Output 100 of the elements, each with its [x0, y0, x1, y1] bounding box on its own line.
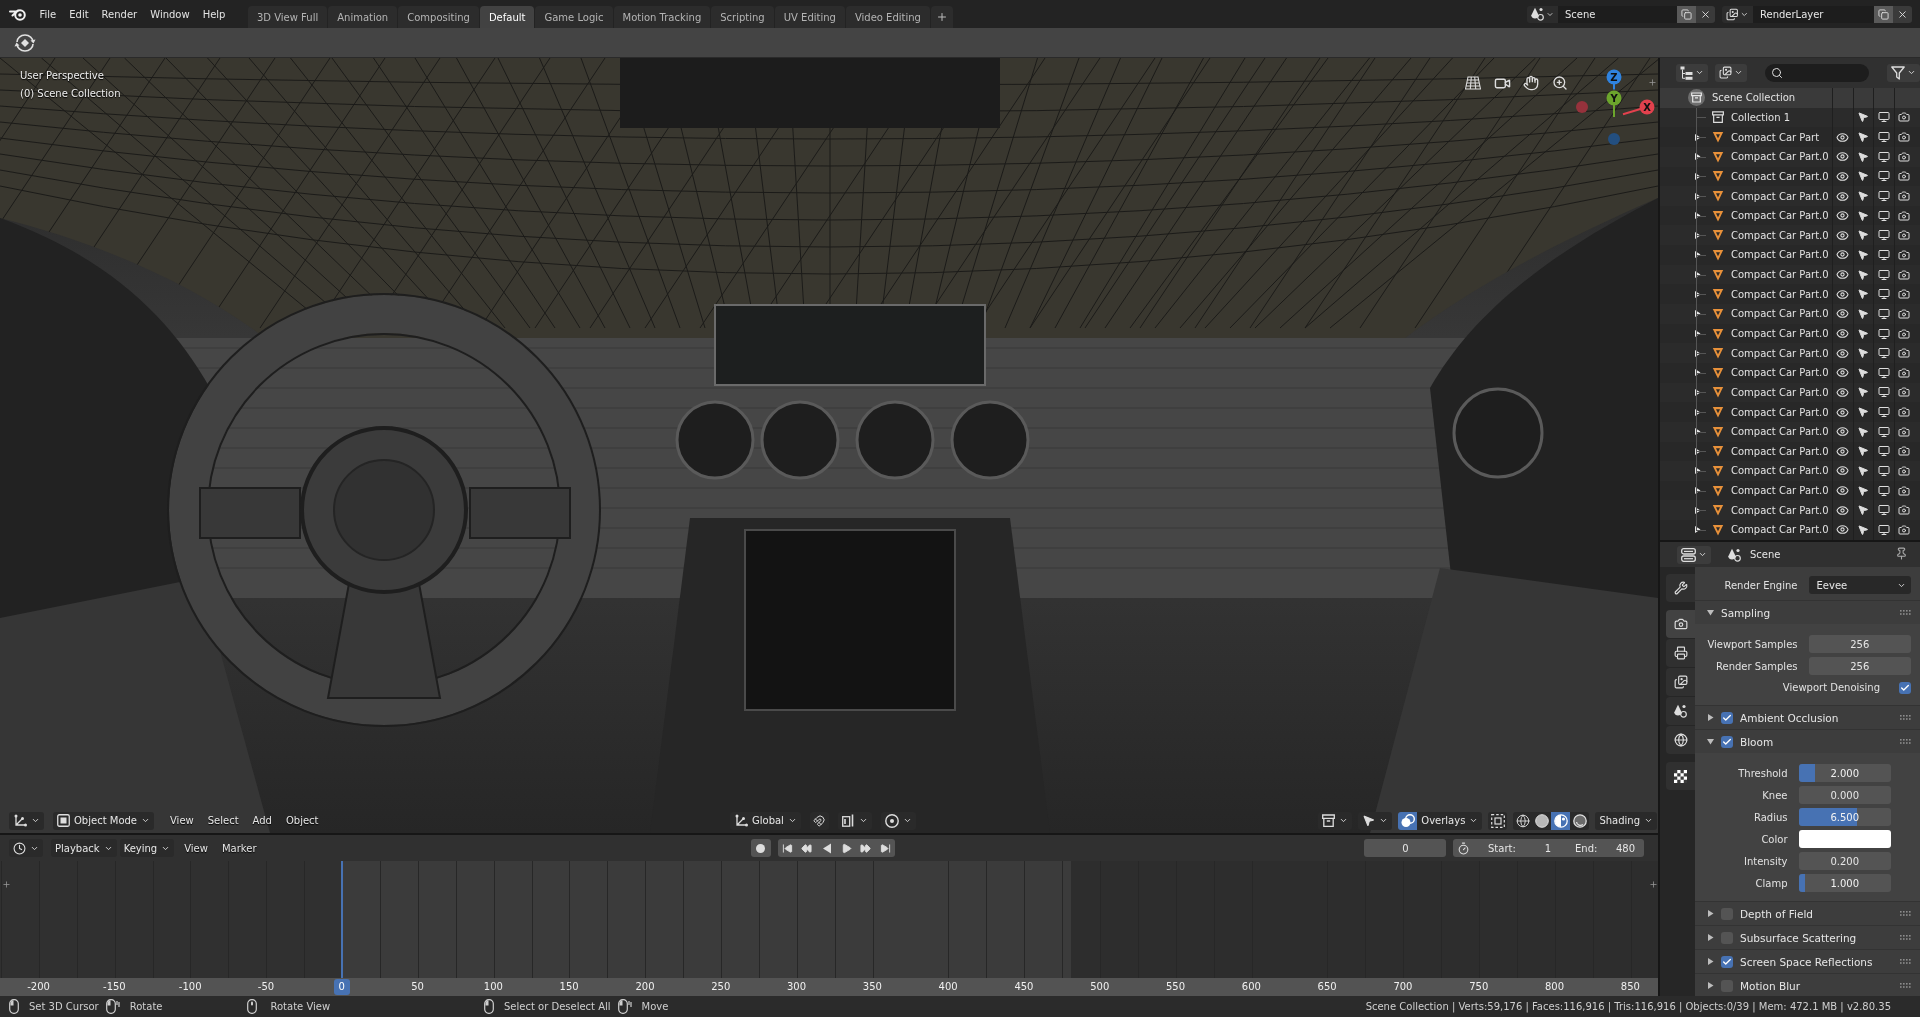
axis-handle[interactable]: X [1622, 99, 1655, 116]
properties-tab[interactable] [1666, 610, 1695, 638]
rotate-arrows-icon[interactable] [14, 33, 36, 52]
pointer-icon[interactable] [1857, 347, 1870, 360]
expand-arrow-icon[interactable] [1693, 172, 1701, 180]
monitor-icon[interactable] [1877, 406, 1890, 419]
pointer-icon[interactable] [1857, 111, 1870, 124]
eye-icon[interactable] [1836, 464, 1850, 478]
number-field[interactable]: 256 [1808, 657, 1911, 675]
monitor-icon[interactable] [1877, 504, 1890, 517]
jump-start-button[interactable] [777, 839, 798, 857]
pin-icon[interactable] [1895, 547, 1908, 560]
expand-arrow-icon[interactable] [1693, 526, 1701, 534]
eye-icon[interactable] [1836, 189, 1850, 203]
workspace-tab[interactable]: Motion Tracking [613, 6, 711, 28]
eye-icon[interactable] [1836, 287, 1850, 301]
camera-icon[interactable] [1898, 445, 1911, 458]
disclosure-triangle-icon[interactable] [1707, 609, 1714, 616]
workspace-tab[interactable]: Compositing [398, 6, 479, 28]
menu-item[interactable]: Object [278, 811, 326, 830]
monitor-icon[interactable] [1877, 170, 1890, 183]
monitor-icon[interactable] [1877, 465, 1890, 477]
properties-tab[interactable] [1666, 697, 1695, 725]
monitor-icon[interactable] [1877, 209, 1890, 222]
expand-arrow-icon[interactable] [1693, 330, 1701, 337]
monitor-icon[interactable] [1877, 111, 1890, 124]
duplicate-button[interactable] [1677, 5, 1696, 23]
slider-field[interactable]: 6.500 [1798, 808, 1891, 826]
workspace-tab[interactable]: Default [479, 6, 535, 28]
camera-icon[interactable] [1898, 190, 1911, 202]
scene-name-field[interactable]: Scene [1558, 5, 1677, 23]
monitor-icon[interactable] [1877, 229, 1890, 242]
drag-handle-icon[interactable] [1900, 610, 1911, 615]
remove-button[interactable] [1696, 5, 1715, 23]
pan-button[interactable] [1521, 73, 1541, 93]
camera-icon[interactable] [1898, 386, 1911, 399]
eye-icon[interactable] [1836, 327, 1850, 340]
drag-handle-icon[interactable] [1900, 959, 1911, 964]
eye-icon[interactable] [1836, 130, 1850, 144]
pointer-icon[interactable] [1857, 465, 1870, 477]
pointer-icon[interactable] [1857, 366, 1870, 379]
menu-item[interactable]: Add [245, 811, 279, 830]
properties-tab[interactable] [1666, 726, 1695, 754]
monitor-icon[interactable] [1877, 386, 1890, 399]
number-field[interactable]: 0.000 [1798, 786, 1891, 804]
preview-range-toggle[interactable] [1453, 839, 1473, 857]
end-frame-field[interactable]: End: 480 [1560, 839, 1644, 857]
eye-icon[interactable] [1836, 169, 1850, 183]
eye-icon[interactable] [1836, 503, 1850, 517]
negative-axis-handle[interactable] [1576, 101, 1588, 113]
camera-icon[interactable] [1898, 209, 1911, 222]
current-frame-badge[interactable]: 0 [333, 979, 350, 995]
pointer-icon[interactable] [1857, 268, 1870, 281]
pointer-icon[interactable] [1857, 504, 1870, 517]
plus-icon[interactable] [2, 880, 11, 889]
monitor-icon[interactable] [1877, 445, 1890, 458]
eye-icon[interactable] [1836, 228, 1850, 242]
workspace-tab[interactable]: 3D View Full [247, 6, 328, 28]
properties-tab[interactable] [1666, 762, 1695, 790]
menu-item[interactable]: Window [143, 4, 197, 24]
pointer-icon[interactable] [1857, 425, 1870, 438]
negative-axis-handle[interactable] [1608, 133, 1620, 145]
expand-arrow-icon[interactable] [1693, 271, 1701, 279]
scene-browse-button[interactable] [1527, 5, 1558, 23]
drag-handle-icon[interactable] [1900, 935, 1911, 940]
menu-dropdown[interactable]: Keying [119, 839, 175, 857]
monitor-icon[interactable] [1877, 425, 1890, 438]
disclosure-triangle-icon[interactable] [1707, 910, 1714, 917]
workspace-tab[interactable]: Video Editing [845, 6, 930, 28]
pointer-icon[interactable] [1857, 131, 1870, 144]
pointer-icon[interactable] [1857, 484, 1870, 497]
menu-item[interactable]: Help [196, 4, 232, 24]
menu-item[interactable]: Select [200, 811, 246, 830]
properties-tab[interactable] [1666, 639, 1695, 667]
pointer-icon[interactable] [1857, 150, 1870, 163]
monitor-icon[interactable] [1877, 131, 1890, 144]
eye-icon[interactable] [1836, 405, 1850, 419]
properties-tab[interactable] [1666, 668, 1695, 696]
pointer-icon[interactable] [1857, 229, 1870, 242]
display-mode-button[interactable] [1676, 63, 1708, 82]
workspace-tab[interactable]: UV Editing [774, 6, 845, 28]
camera-icon[interactable] [1898, 327, 1911, 340]
checkbox[interactable] [1721, 711, 1733, 724]
camera-icon[interactable] [1898, 307, 1911, 320]
eye-icon[interactable] [1836, 307, 1850, 321]
plus-icon[interactable] [1649, 880, 1658, 889]
number-field[interactable]: 256 [1808, 635, 1911, 653]
pointer-icon[interactable] [1857, 445, 1870, 458]
eye-icon[interactable] [1836, 366, 1850, 380]
expand-arrow-icon[interactable] [1693, 487, 1701, 495]
expand-arrow-icon[interactable] [1693, 408, 1701, 416]
monitor-icon[interactable] [1877, 248, 1890, 261]
monitor-icon[interactable] [1877, 366, 1890, 379]
pointer-icon[interactable] [1857, 248, 1870, 261]
start-frame-field[interactable]: Start: 1 [1473, 839, 1560, 857]
eye-icon[interactable] [1836, 209, 1850, 223]
filter-button[interactable] [1887, 63, 1920, 82]
monitor-icon[interactable] [1877, 150, 1890, 163]
monitor-icon[interactable] [1877, 327, 1890, 340]
pointer-icon[interactable] [1857, 523, 1870, 536]
